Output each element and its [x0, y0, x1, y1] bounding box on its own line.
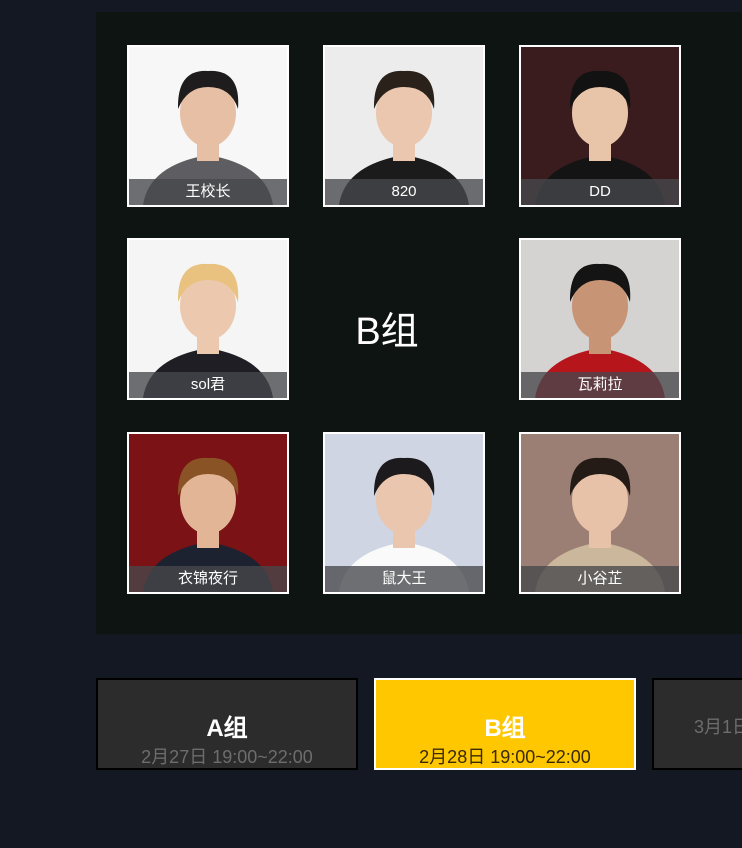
- player-name: DD: [521, 179, 679, 205]
- tab-group-a[interactable]: A组 2月27日 19:00~22:00: [96, 678, 358, 770]
- tab-schedule: 3月1日: [694, 717, 742, 737]
- tab-label: A组: [206, 715, 248, 742]
- player-card-dd[interactable]: DD: [519, 45, 681, 207]
- tab-group-b[interactable]: B组 2月28日 19:00~22:00: [374, 678, 636, 770]
- player-card-yijinyexing[interactable]: 衣锦夜行: [127, 432, 289, 594]
- tab-schedule: 2月27日 19:00~22:00: [141, 747, 313, 767]
- player-card-xiaoguzhi[interactable]: 小谷芷: [519, 432, 681, 594]
- tab-group-c[interactable]: 3月1日: [652, 678, 742, 770]
- player-name: 鼠大王: [325, 566, 483, 592]
- player-card-820[interactable]: 820: [323, 45, 485, 207]
- player-name: 小谷芷: [521, 566, 679, 592]
- player-name: 王校长: [129, 179, 287, 205]
- player-name: sol君: [129, 372, 287, 398]
- player-name: 瓦莉拉: [521, 372, 679, 398]
- group-panel: 王校长 820 DD sol君 B组 瓦莉拉 衣锦夜行 鼠大王 小谷芷: [96, 12, 742, 634]
- player-card-shudawang[interactable]: 鼠大王: [323, 432, 485, 594]
- player-card-sol[interactable]: sol君: [127, 238, 289, 400]
- player-name: 衣锦夜行: [129, 566, 287, 592]
- player-card-wang[interactable]: 王校长: [127, 45, 289, 207]
- player-name: 820: [325, 179, 483, 205]
- group-title: B组: [355, 311, 419, 353]
- tab-label: B组: [484, 715, 526, 742]
- player-card-valeera[interactable]: 瓦莉拉: [519, 238, 681, 400]
- tab-schedule: 2月28日 19:00~22:00: [419, 747, 591, 767]
